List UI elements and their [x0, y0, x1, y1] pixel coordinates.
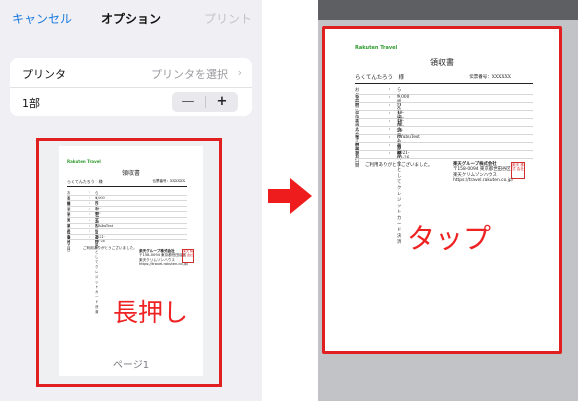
receipt-rule [67, 186, 187, 187]
receipt-row-separator: : [389, 135, 391, 140]
receipt-number: 伝票番号：XXXXXX [152, 179, 185, 183]
receipt-number: 伝票番号：XXXXXX [469, 75, 511, 80]
tap-annotation: タップ [407, 222, 492, 255]
print-options-panel: キャンセル オプション プリント プリンタ プリンタを選択 › 1部 — + R… [0, 0, 262, 401]
rakuten-travel-logo: Rakuten Travel [67, 159, 101, 164]
receipt-row-line [67, 222, 187, 224]
copies-label: 1部 [22, 97, 40, 110]
options-card: プリンタ プリンタを選択 › 1部 — + [10, 58, 252, 116]
receipt-recipient: らくてんたろう 様 [67, 179, 103, 184]
receipt-row-separator: : [89, 234, 91, 239]
receipt-row-separator: : [389, 143, 391, 148]
receipt-row-line [67, 228, 187, 230]
receipt-title: 領収書 [430, 58, 454, 67]
receipt-rule [355, 83, 533, 84]
receipt-row-separator: : [89, 223, 91, 228]
receipt-row-separator: : [389, 95, 391, 100]
decrement-button[interactable]: — [172, 92, 204, 112]
receipt-row-line [67, 233, 187, 235]
receipt-row-key: 発行日 [67, 235, 71, 250]
receipt-row-line [355, 102, 533, 103]
receipt-row-line [355, 118, 533, 119]
receipt-row-line [355, 142, 533, 143]
increment-button[interactable]: + [206, 92, 238, 112]
receipt-row-separator: : [389, 111, 391, 116]
receipt-row-separator: : [89, 218, 91, 222]
receipt-row-line [355, 94, 533, 95]
receipt-row-line [355, 150, 533, 151]
receipt-row-separator: : [89, 195, 91, 200]
chevron-right-icon: › [237, 66, 242, 79]
company-seal: 楽天 株式 会社 [511, 162, 525, 179]
page-number-label: ページ1 [112, 360, 150, 371]
receipt-row-separator: : [89, 201, 91, 206]
copies-stepper: — + [172, 92, 238, 112]
company-seal: 楽天 株式 会社 [182, 249, 194, 263]
receipt-row-separator: : [389, 87, 391, 92]
receipt-title: 領収書 [121, 170, 140, 177]
arrow-right-icon [268, 178, 312, 214]
expanded-page-highlight[interactable]: Rakuten Travel 領収書 らくてんたろう 様 伝票番号：XXXXXX… [322, 26, 562, 354]
page-preview[interactable]: Rakuten Travel 領収書 らくてんたろう 様 伝票番号：XXXXXX… [59, 146, 203, 376]
receipt-row-separator: : [89, 206, 91, 211]
receipt-row-separator: : [389, 103, 391, 108]
printer-label: プリンタ [22, 68, 66, 81]
page-preview-highlight: Rakuten Travel 領収書 らくてんたろう 様 伝票番号：XXXXXX… [36, 138, 222, 387]
company-line: https://travel.rakuten.co.jp/ [453, 178, 514, 184]
receipt-row-line [355, 110, 533, 111]
receipt-recipient: らくてんたろう 様 [355, 75, 405, 81]
receipt-row-separator: : [389, 151, 391, 156]
receipt-row-line [67, 205, 187, 207]
receipt-row-line [355, 158, 533, 159]
receipt-row-separator: : [389, 119, 391, 124]
receipt-row-value: RYubuTest [397, 135, 420, 140]
receipt-row-line [67, 211, 187, 213]
receipt-row-line [355, 134, 533, 135]
receipt-row-line [67, 200, 187, 202]
receipt-row-separator: : [89, 190, 91, 194]
receipt-row-value: 2021-03-26 [397, 151, 410, 161]
rakuten-travel-logo: Rakuten Travel [355, 45, 398, 51]
printer-select-row[interactable]: プリンタ プリンタを選択 › [10, 58, 252, 88]
receipt-row-separator: : [389, 127, 391, 132]
printer-value: プリンタを選択 [151, 68, 228, 81]
receipt-row-value: RYubuTest [95, 223, 114, 228]
expanded-preview-panel: Rakuten Travel 領収書 らくてんたろう 様 伝票番号：XXXXXX… [318, 0, 578, 401]
receipt-company: 楽天グループ株式会社 〒158-0094 東京都世田谷区 楽天クリムゾンハウス htt… [453, 162, 515, 184]
receipt-preview-small: Rakuten Travel 領収書 らくてんたろう 様 伝票番号：XXXXXX… [59, 146, 203, 314]
receipt-preview-large: Rakuten Travel 領収書 らくてんたろう 様 伝票番号：XXXXXX… [325, 29, 559, 245]
receipt-row-separator: : [89, 212, 91, 217]
receipt-row-line [67, 216, 187, 218]
receipt-row-separator: : [89, 229, 91, 234]
receipt-row-line [355, 126, 533, 127]
long-press-annotation: 長押し [113, 298, 189, 327]
print-button[interactable]: プリント [204, 10, 252, 27]
receipt-row-line [67, 194, 187, 196]
receipt-row-key: 発行日 [355, 152, 360, 169]
receipt-row-line [67, 239, 187, 241]
navigation-bar: キャンセル オプション プリント [0, 0, 262, 36]
